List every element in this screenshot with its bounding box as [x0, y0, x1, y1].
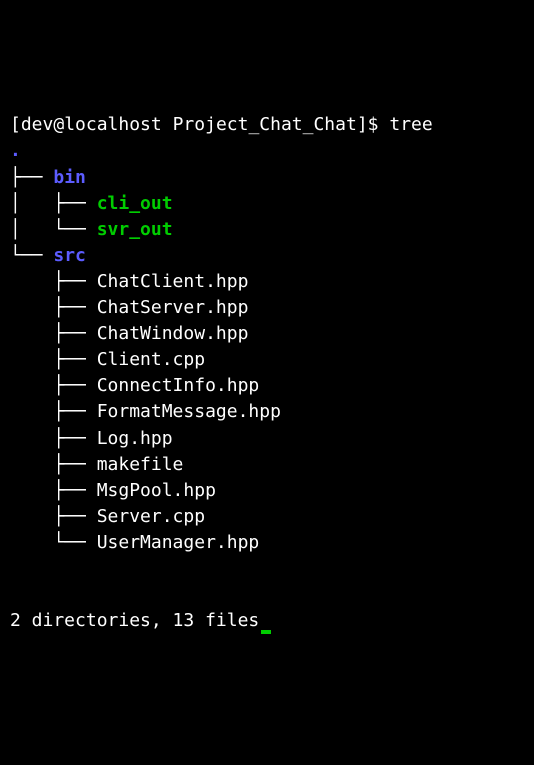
- cursor: [261, 630, 271, 634]
- command: tree: [389, 114, 432, 135]
- tree-output: ├── bin │ ├── cli_out │ └── svr_out └── …: [10, 167, 281, 553]
- tree-file: ├── ConnectInfo.hpp: [10, 375, 259, 396]
- tree-file: │ ├── cli_out: [10, 193, 173, 214]
- tree-file: ├── Log.hpp: [10, 428, 173, 449]
- tree-file: ├── Client.cpp: [10, 349, 205, 370]
- tree-file: ├── ChatClient.hpp: [10, 271, 248, 292]
- terminal[interactable]: [dev@localhost Project_Chat_Chat]$ tree …: [10, 112, 524, 634]
- prompt-line: [dev@localhost Project_Chat_Chat]$: [10, 114, 389, 135]
- tree-root: .: [10, 140, 21, 161]
- tree-dir: ├── bin: [10, 167, 86, 188]
- tree-summary: 2 directories, 13 files: [10, 610, 259, 631]
- tree-file: ├── makefile: [10, 454, 183, 475]
- tree-dir: └── src: [10, 245, 86, 266]
- tree-file: ├── Server.cpp: [10, 506, 205, 527]
- tree-file: ├── FormatMessage.hpp: [10, 401, 281, 422]
- tree-file: ├── ChatServer.hpp: [10, 297, 248, 318]
- tree-file: ├── MsgPool.hpp: [10, 480, 216, 501]
- tree-file: │ └── svr_out: [10, 219, 173, 240]
- tree-file: ├── ChatWindow.hpp: [10, 323, 248, 344]
- tree-file: └── UserManager.hpp: [10, 532, 259, 553]
